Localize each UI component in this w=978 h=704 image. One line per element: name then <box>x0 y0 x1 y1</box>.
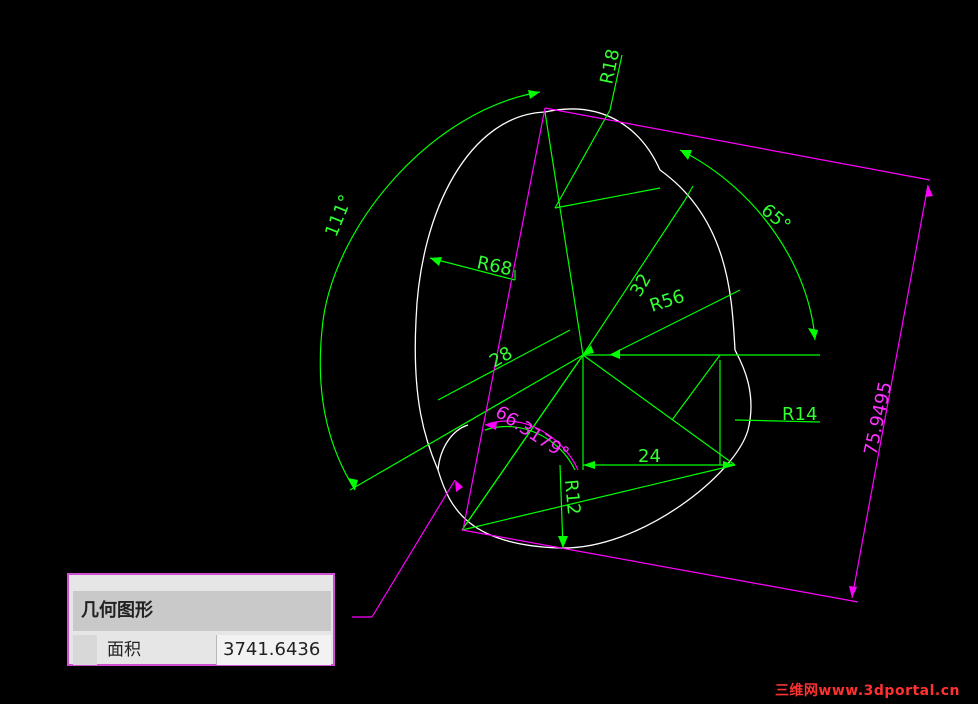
site-watermark: 三维网www.3dportal.cn <box>774 683 960 699</box>
measurement-lines <box>352 107 931 618</box>
dim-r56: R56 <box>647 286 687 317</box>
dim-r18: R18 <box>596 47 624 86</box>
dim-r12: R12 <box>560 479 584 516</box>
part-outline <box>414 108 752 549</box>
area-value[interactable]: 3741.6436 <box>217 635 331 665</box>
area-label: 面积 <box>101 635 217 665</box>
area-row[interactable]: 面积 3741.6436 <box>73 635 331 665</box>
construction-lines <box>319 54 821 549</box>
dim-24: 24 <box>638 446 661 467</box>
measure-arrowheads <box>455 185 933 598</box>
panel-section-title[interactable]: 几何图形 <box>73 591 331 631</box>
dim-r14: R14 <box>782 404 817 425</box>
dim-65-angle: 65° <box>757 200 795 237</box>
dim-75: 75.9495 <box>860 380 896 457</box>
dim-66-angle: 66.3179° <box>491 402 572 465</box>
dim-28: 28 <box>486 343 516 373</box>
measure-labels: 66.3179° 75.9495 <box>491 380 896 465</box>
row-gutter <box>73 635 97 665</box>
dim-111-angle: 111° <box>321 192 357 240</box>
inner-arc <box>437 424 469 471</box>
properties-panel: 几何图形 面积 3741.6436 <box>67 573 335 666</box>
dim-r68: R68 <box>475 252 514 280</box>
